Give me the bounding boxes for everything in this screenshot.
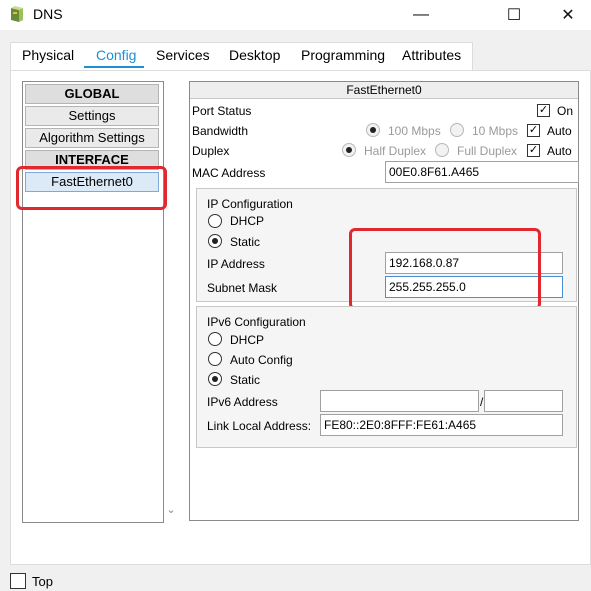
close-button[interactable]: ✕ [545,0,591,30]
prefix-separator: / [480,395,484,409]
port-status-on-label: On [557,104,574,118]
bandwidth-100-radio[interactable] [366,123,380,137]
tab-programming[interactable]: Programming [301,47,385,63]
minimize-icon: — [413,6,429,23]
highlight-annotation-ip [349,228,541,310]
duplex-full-label: Full Duplex [457,144,518,158]
duplex-auto-label: Auto [547,144,572,158]
link-local-address-label: Link Local Address: [207,419,312,433]
duplex-half-radio[interactable] [342,143,356,157]
duplex-full-radio[interactable] [435,143,449,157]
settings-button[interactable]: Settings [25,106,159,126]
algorithm-settings-button[interactable]: Algorithm Settings [25,128,159,148]
window-title: DNS [33,6,63,22]
duplex-label: Duplex [192,144,230,158]
ipv6-address-label: IPv6 Address [207,395,278,409]
minimize-button[interactable]: — [398,0,444,30]
tab-attributes[interactable]: Attributes [402,47,461,63]
tab-physical[interactable]: Physical [22,47,74,63]
router-icon [8,6,26,24]
close-icon: ✕ [561,7,575,24]
bandwidth-auto-checkbox[interactable]: ✓ [527,124,540,137]
bandwidth-auto-label: Auto [547,124,572,138]
ipv6-static-radio[interactable] [208,372,222,386]
ipv4-dhcp-radio[interactable] [208,214,222,228]
active-tab-indicator [84,66,144,68]
maximize-icon: ☐ [506,7,522,24]
ipv6-prefix-input[interactable] [484,390,563,412]
ipv6-auto-config-label: Auto Config [230,353,293,367]
top-label: Top [32,574,53,589]
ipv6-dhcp-label: DHCP [230,333,265,347]
ip-address-label: IP Address [207,257,265,271]
duplex-half-label: Half Duplex [364,144,427,158]
ipv4-static-label: Static [230,235,261,249]
ip-configuration-title: IP Configuration [207,197,293,211]
port-status-checkbox[interactable]: ✓ [537,104,550,117]
ipv6-configuration-title: IPv6 Configuration [207,315,306,329]
top-checkbox[interactable] [10,573,26,589]
maximize-button[interactable]: ☐ [491,0,537,30]
bandwidth-100-label: 100 Mbps [388,124,441,138]
mac-address-field[interactable]: 00E0.8F61.A465 [385,161,579,183]
scroll-down-icon[interactable]: ⌄ [164,501,178,519]
tab-services[interactable]: Services [156,47,210,63]
tab-desktop[interactable]: Desktop [229,47,280,63]
link-local-address-field[interactable]: FE80::2E0:8FFF:FE61:A465 [320,414,563,436]
ipv4-static-radio[interactable] [208,234,222,248]
duplex-auto-checkbox[interactable]: ✓ [527,144,540,157]
ipv6-address-input[interactable] [320,390,479,412]
ipv6-dhcp-radio[interactable] [208,332,222,346]
panel-title: FastEthernet0 [190,82,578,99]
global-header: GLOBAL [25,84,159,104]
bandwidth-10-label: 10 Mbps [472,124,519,138]
port-status-label: Port Status [192,104,252,118]
ipv6-static-label: Static [230,373,261,387]
ipv6-auto-config-radio[interactable] [208,352,222,366]
highlight-annotation-interface [16,166,167,210]
mac-address-label: MAC Address [192,166,266,180]
subnet-mask-label: Subnet Mask [207,281,278,295]
tab-config[interactable]: Config [96,47,136,63]
bandwidth-10-radio[interactable] [450,123,464,137]
ipv4-dhcp-label: DHCP [230,214,265,228]
bandwidth-label: Bandwidth [192,124,249,138]
